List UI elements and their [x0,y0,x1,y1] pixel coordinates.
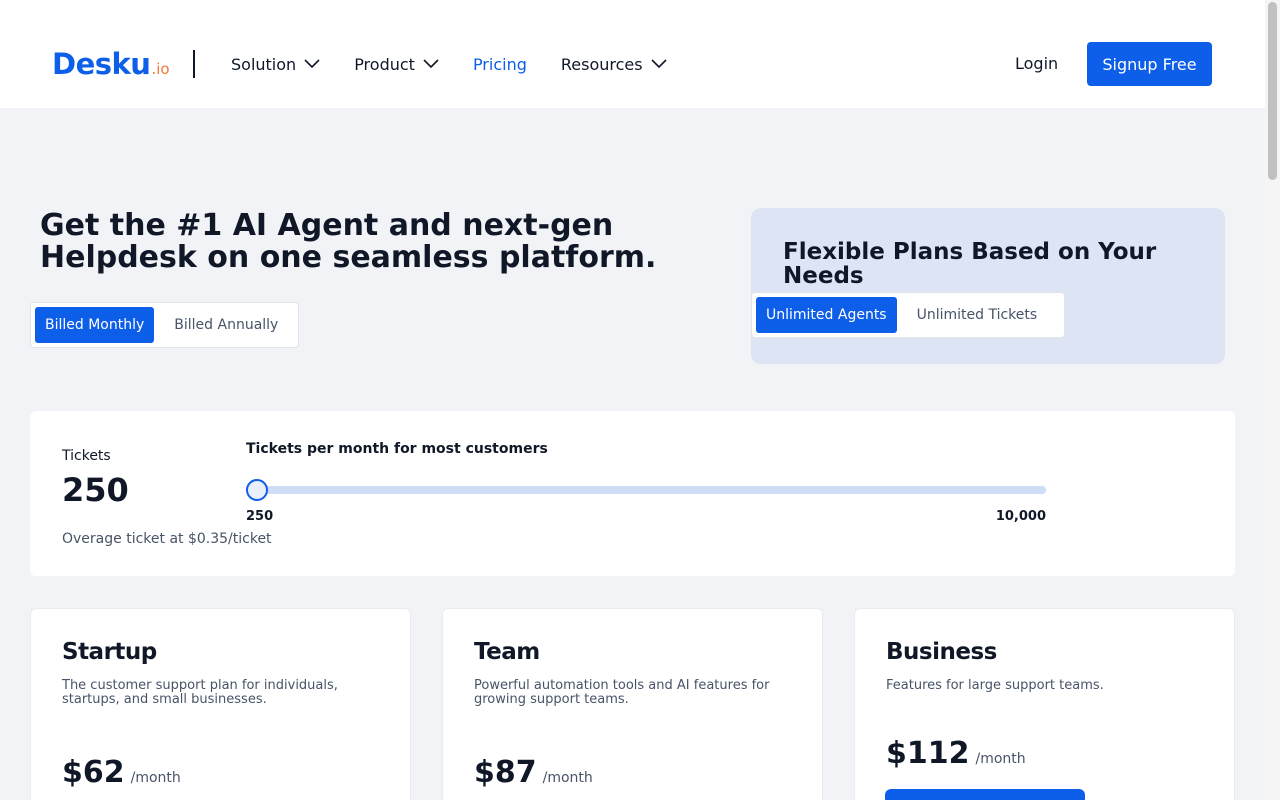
chevron-down-icon [304,59,320,69]
signup-button[interactable]: Signup Free [1087,42,1212,86]
billed-annually-option[interactable]: Billed Annually [164,307,288,343]
plan-price-period: /month [542,770,593,786]
plan-price: $87 /month [474,755,593,790]
logo-divider [193,50,195,78]
plan-price-period: /month [975,751,1026,767]
plan-price-amount: $112 [886,736,970,771]
nav-label: Resources [560,54,643,74]
hero-title: Get the #1 AI Agent and next-gen Helpdes… [40,208,657,275]
chevron-down-icon [651,59,667,69]
plan-price-period: /month [130,770,181,786]
flexible-plans-panel: Flexible Plans Based on Your Needs Unlim… [751,208,1225,364]
nav-label: Pricing [472,54,527,74]
nav-item-solution[interactable]: Solution [231,55,320,74]
nav-item-pricing[interactable]: Pricing [473,55,527,74]
billing-toggle: Billed Monthly Billed Annually [30,302,299,348]
slider-min-label: 250 [246,509,274,524]
tickets-label: Tickets [62,448,111,464]
ticket-slider-track[interactable] [246,479,1046,501]
ticket-slider-thumb[interactable] [246,479,268,501]
nav-label: Product [354,54,415,74]
plan-price: $62 /month [62,755,181,790]
plan-description: The customer support plan for individual… [62,678,338,707]
plan-card-business: Business Features for large support team… [854,608,1235,800]
unlimited-tickets-option[interactable]: Unlimited Tickets [907,297,1048,333]
tickets-value: 250 [62,471,129,509]
logo-wordmark: Desku [52,47,151,81]
plan-name: Business [886,639,997,665]
plan-price: $112 /month [886,736,1026,771]
chevron-down-icon [423,59,439,69]
flexible-plans-title: Flexible Plans Based on Your Needs [783,239,1157,289]
nav-item-resources[interactable]: Resources [561,55,667,74]
plan-name: Startup [62,639,157,665]
slider-caption: Tickets per month for most customers [246,441,548,457]
plan-description: Features for large support teams. [886,678,1104,693]
site-header: Desku .io Solution Product Pricing Resou… [30,20,1235,108]
overage-text: Overage ticket at $0.35/ticket [62,531,272,547]
plan-card-startup: Startup The customer support plan for in… [30,608,411,800]
logo-suffix: .io [151,60,170,78]
nav-label: Solution [231,54,297,74]
nav-item-product[interactable]: Product [354,55,439,74]
business-cta-button[interactable] [885,789,1085,800]
plan-type-toggle: Unlimited Agents Unlimited Tickets [751,292,1065,338]
page-scrollbar[interactable] [1265,0,1280,800]
plan-description: Powerful automation tools and AI feature… [474,678,770,707]
unlimited-agents-option[interactable]: Unlimited Agents [756,297,897,333]
main-nav: Solution Product Pricing Resources [231,20,701,108]
plan-price-amount: $87 [474,755,537,790]
scrollbar-thumb[interactable] [1268,2,1277,180]
login-link[interactable]: Login [1015,54,1058,73]
plan-price-amount: $62 [62,755,125,790]
desku-logo[interactable]: Desku .io [52,46,170,82]
ticket-volume-card: Tickets 250 Overage ticket at $0.35/tick… [30,411,1235,576]
billed-monthly-option[interactable]: Billed Monthly [35,307,155,343]
plan-name: Team [474,639,540,665]
slider-max-label: 10,000 [995,509,1046,524]
plan-card-team: Team Powerful automation tools and AI fe… [442,608,823,800]
